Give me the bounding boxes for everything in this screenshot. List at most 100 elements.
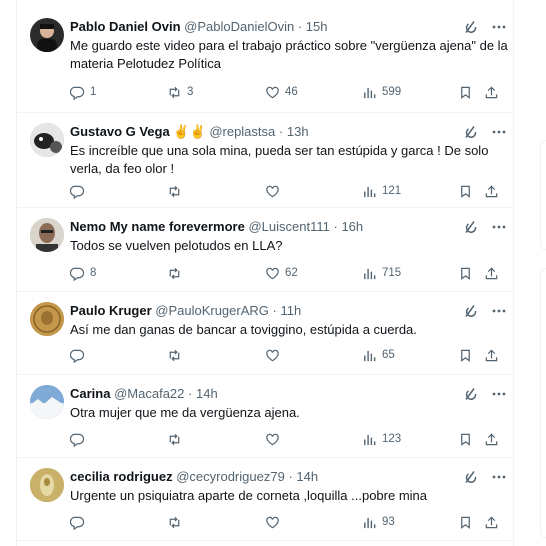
bookmark-icon xyxy=(461,349,470,362)
author-handle[interactable]: @cecyrodriguez79 xyxy=(176,469,285,484)
retweet-button[interactable] xyxy=(167,513,187,531)
share-button[interactable] xyxy=(484,182,499,200)
views-count: 93 xyxy=(382,516,395,528)
retweet-icon xyxy=(169,185,180,197)
author-name[interactable]: Paulo Kruger xyxy=(70,303,152,318)
like-button[interactable]: 62 xyxy=(265,264,298,282)
like-button[interactable] xyxy=(265,430,285,448)
share-icon xyxy=(485,184,498,197)
author-handle[interactable]: @replastsa xyxy=(209,124,275,139)
timestamp[interactable]: 13h xyxy=(287,124,309,139)
reply-tweet[interactable]: cecilia rodriguez @cecyrodriguez79 · 14h… xyxy=(17,458,513,541)
author-handle[interactable]: @Luiscent111 xyxy=(248,219,329,234)
bookmark-button[interactable] xyxy=(458,346,473,364)
separator-dot: · xyxy=(188,386,193,401)
grok-icon[interactable] xyxy=(463,303,479,319)
reply-tweet[interactable]: Paulo Kruger @PauloKrugerARG · 11h Así m… xyxy=(17,292,513,375)
separator-dot: · xyxy=(272,303,277,318)
share-button[interactable] xyxy=(484,513,499,531)
timestamp[interactable]: 14h xyxy=(296,469,318,484)
bookmark-button[interactable] xyxy=(458,83,473,101)
author-handle[interactable]: @PabloDanielOvin xyxy=(184,19,294,34)
timestamp[interactable]: 14h xyxy=(196,386,218,401)
reply-tweet[interactable]: Carina @Macafa22 · 14h Otra mujer que me… xyxy=(17,375,513,458)
author-handle[interactable]: @Macafa22 xyxy=(114,386,184,401)
author-name[interactable]: Nemo My name forevermore xyxy=(70,219,245,234)
share-button[interactable] xyxy=(484,430,499,448)
tweet-text: Otra mujer que me da vergüenza ajena. xyxy=(70,405,300,420)
views-button[interactable]: 93 xyxy=(362,513,395,531)
views-button[interactable]: 599 xyxy=(362,83,401,101)
bookmark-button[interactable] xyxy=(458,513,473,531)
like-count: 62 xyxy=(285,267,298,279)
grok-icon[interactable] xyxy=(463,219,479,235)
views-button[interactable]: 715 xyxy=(362,264,401,282)
retweet-button[interactable] xyxy=(167,430,187,448)
bookmark-button[interactable] xyxy=(458,264,473,282)
grok-icon[interactable] xyxy=(463,386,479,402)
share-button[interactable] xyxy=(484,264,499,282)
reply-tweet[interactable]: Pablo Daniel Ovin @PabloDanielOvin · 15h… xyxy=(17,8,513,113)
action-bar: 8 62 715 xyxy=(70,264,510,282)
retweet-button[interactable]: 3 xyxy=(167,83,193,101)
reply-button[interactable] xyxy=(70,346,90,364)
like-button[interactable] xyxy=(265,346,285,364)
reply-button[interactable] xyxy=(70,513,90,531)
retweet-button[interactable] xyxy=(167,346,187,364)
more-icon[interactable] xyxy=(491,303,507,319)
reply-button[interactable] xyxy=(70,430,90,448)
like-icon xyxy=(266,433,279,445)
author-name[interactable]: Pablo Daniel Ovin xyxy=(70,19,181,34)
bookmark-icon xyxy=(461,516,470,529)
avatar[interactable] xyxy=(30,123,64,157)
author-name[interactable]: Gustavo G Vega ✌️✌️ xyxy=(70,124,206,139)
like-button[interactable] xyxy=(265,513,285,531)
more-icon[interactable] xyxy=(491,386,507,402)
reply-tweet[interactable]: Gustavo G Vega ✌️✌️ @replastsa · 13h Es … xyxy=(17,113,513,208)
grok-icon[interactable] xyxy=(463,19,479,35)
timestamp[interactable]: 11h xyxy=(280,303,301,318)
bookmark-button[interactable] xyxy=(458,430,473,448)
avatar[interactable] xyxy=(30,302,64,336)
timestamp[interactable]: 16h xyxy=(341,219,363,234)
more-icon[interactable] xyxy=(491,124,507,140)
retweet-button[interactable] xyxy=(167,182,187,200)
timestamp[interactable]: 15h xyxy=(306,19,328,34)
author-name[interactable]: cecilia rodriguez xyxy=(70,469,173,484)
author-handle[interactable]: @PauloKrugerARG xyxy=(155,303,269,318)
more-icon[interactable] xyxy=(491,19,507,35)
views-button[interactable]: 123 xyxy=(362,430,401,448)
grok-icon[interactable] xyxy=(463,124,479,140)
more-icon[interactable] xyxy=(491,219,507,235)
avatar[interactable] xyxy=(30,385,64,419)
retweet-button[interactable] xyxy=(167,264,187,282)
like-button[interactable]: 46 xyxy=(265,83,298,101)
views-icon xyxy=(364,268,376,279)
avatar[interactable] xyxy=(30,218,64,252)
like-icon xyxy=(266,185,279,197)
grok-icon[interactable] xyxy=(463,469,479,485)
reply-icon xyxy=(70,185,85,199)
share-icon xyxy=(485,266,498,279)
views-icon xyxy=(364,186,376,197)
views-button[interactable]: 65 xyxy=(362,346,395,364)
avatar[interactable] xyxy=(30,468,64,502)
reply-tweet[interactable]: Nemo My name forevermore @Luiscent111 · … xyxy=(17,208,513,292)
retweet-icon xyxy=(169,86,180,98)
like-count: 46 xyxy=(285,86,298,98)
bookmark-button[interactable] xyxy=(458,182,473,200)
reply-feed: Pablo Daniel Ovin @PabloDanielOvin · 15h… xyxy=(16,0,514,546)
tweet-header: Nemo My name forevermore @Luiscent111 · … xyxy=(70,219,363,235)
views-icon xyxy=(364,350,376,361)
reply-button[interactable]: 1 xyxy=(70,83,96,101)
share-button[interactable] xyxy=(484,346,499,364)
share-button[interactable] xyxy=(484,83,499,101)
separator-dot: · xyxy=(288,469,293,484)
like-button[interactable] xyxy=(265,182,285,200)
views-button[interactable]: 121 xyxy=(362,182,401,200)
author-name[interactable]: Carina xyxy=(70,386,110,401)
avatar[interactable] xyxy=(30,18,64,52)
reply-button[interactable]: 8 xyxy=(70,264,96,282)
more-icon[interactable] xyxy=(491,469,507,485)
reply-button[interactable] xyxy=(70,182,90,200)
